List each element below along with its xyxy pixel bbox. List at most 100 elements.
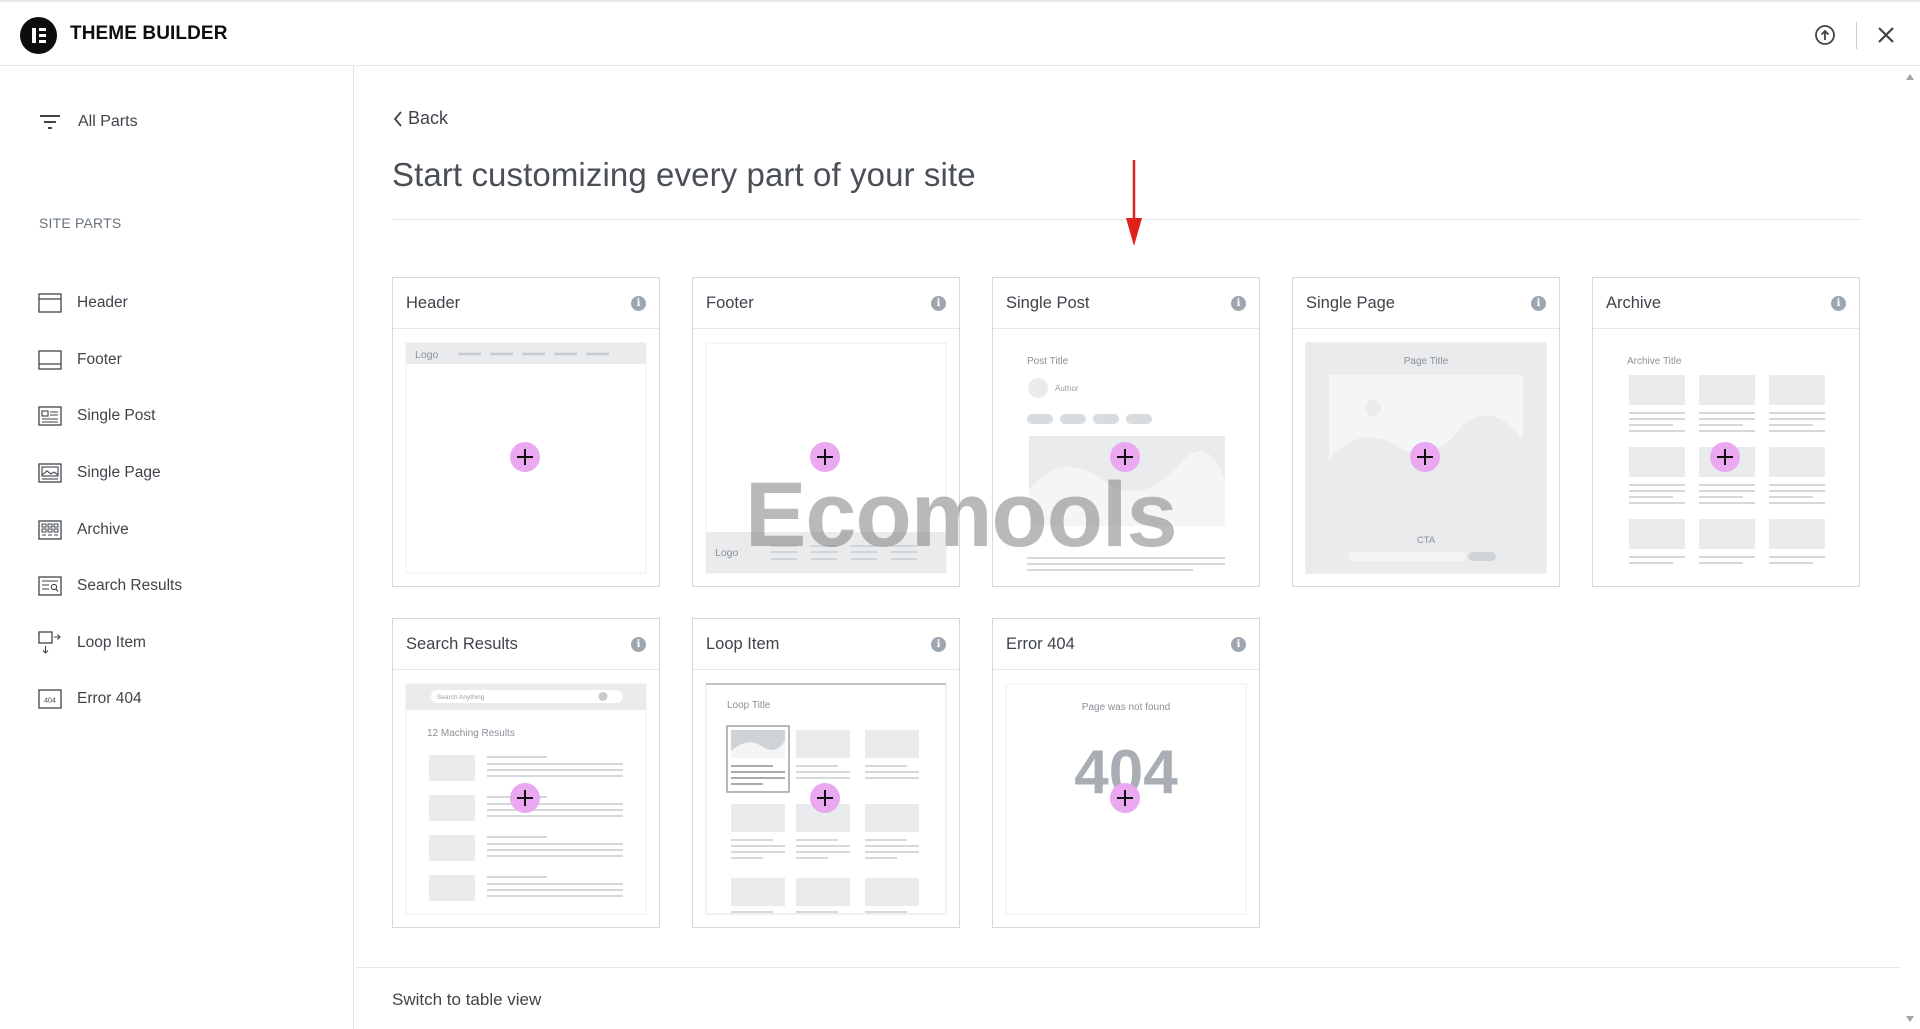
sidebar-item-error-404[interactable]: 404 Error 404 [38,671,182,728]
sidebar-item-search-results[interactable]: Search Results [38,558,182,615]
card-title: Single Post [1006,294,1090,312]
back-link[interactable]: Back [393,108,448,129]
info-icon[interactable]: i [1831,296,1846,311]
sidebar-item-label: Header [77,294,128,312]
close-icon[interactable] [1875,24,1897,46]
single-page-icon [38,463,62,483]
card-preview: Logo [393,330,659,586]
info-icon[interactable]: i [1231,296,1246,311]
card-head: Search Results i [393,619,659,670]
info-icon[interactable]: i [1531,296,1546,311]
card-footer[interactable]: Footer i Logo [692,277,960,587]
sidebar-item-single-page[interactable]: Single Page [38,445,182,502]
card-head: Archive i [1593,278,1859,329]
scroll-down-arrow-icon[interactable] [1906,1016,1914,1022]
vertical-scrollbar[interactable] [1900,66,1920,1029]
card-preview: Logo [693,330,959,586]
site-parts-heading: SITE PARTS [39,215,122,231]
card-loop-item[interactable]: Loop Item i Loop Title [692,618,960,928]
card-archive[interactable]: Archive i Archive Title [1592,277,1860,587]
back-label: Back [408,108,449,128]
preview-post-title: Post Title [1027,356,1069,367]
card-head: Single Post i [993,278,1259,329]
card-preview: Page Title CTA [1293,330,1559,586]
card-preview: Post Title Author [993,330,1259,586]
preview-search-placeholder: Search Anything [437,694,485,701]
preview-page-title: Page Title [1404,356,1449,367]
card-head: Loop Item i [693,619,959,670]
add-template-button[interactable] [1710,442,1740,472]
card-error-404[interactable]: Error 404 i Page was not found 404 [992,618,1260,928]
add-template-button[interactable] [810,783,840,813]
add-template-button[interactable] [510,442,540,472]
card-title: Loop Item [706,635,780,653]
search-results-icon [38,576,62,596]
sidebar-item-footer[interactable]: Footer [38,332,182,389]
card-single-post[interactable]: Single Post i Post Title Author [992,277,1260,587]
single-post-icon [38,406,62,427]
add-template-button[interactable] [1110,442,1140,472]
info-icon[interactable]: i [631,296,646,311]
info-icon[interactable]: i [931,637,946,652]
archive-grid-icon [38,520,62,540]
site-parts-nav: Header Footer Single Post Single Page Ar… [38,275,182,728]
info-icon[interactable]: i [931,296,946,311]
footer-bar: Switch to table view [355,967,1900,1029]
scroll-up-arrow-icon[interactable] [1906,74,1914,80]
sidebar: All Parts SITE PARTS Header Footer Singl… [0,66,354,1029]
preview-logo: Logo [415,349,439,361]
sidebar-item-label: Search Results [77,577,183,595]
page-title: Start customizing every part of your sit… [392,156,976,193]
preview-loop-title: Loop Title [727,700,771,711]
sidebar-item-header[interactable]: Header [38,275,182,332]
card-head: Error 404 i [993,619,1259,670]
card-title: Single Page [1306,294,1395,312]
info-icon[interactable]: i [1231,637,1246,652]
card-title: Error 404 [1006,635,1075,653]
sidebar-item-label: Footer [77,350,122,368]
header-layout-icon [38,293,62,313]
card-title: Footer [706,294,754,312]
app-title: THEME BUILDER [70,23,228,44]
all-parts-label: All Parts [78,113,138,130]
sidebar-item-label: Single Post [77,407,156,425]
preview-not-found-message: Page was not found [1082,702,1170,713]
elementor-logo-icon [20,17,57,54]
card-preview: Loop Title [693,671,959,927]
chevron-left-icon [393,110,402,127]
preview-results-count: 12 Maching Results [427,728,515,739]
sidebar-item-archive[interactable]: Archive [38,501,182,558]
loop-item-icon [38,631,61,654]
add-template-button[interactable] [1110,783,1140,813]
card-single-page[interactable]: Single Page i Page Title CTA [1292,277,1560,587]
card-search-results[interactable]: Search Results i Search Anything 12 Mach… [392,618,660,928]
card-header[interactable]: Header i Logo [392,277,660,587]
preview-author: Author [1055,384,1079,393]
preview-archive-title: Archive Title [1627,356,1682,367]
card-head: Header i [393,278,659,329]
sidebar-item-label: Single Page [77,464,161,482]
top-bar: THEME BUILDER [0,0,1920,66]
add-template-button[interactable] [1410,442,1440,472]
card-preview: Page was not found 404 [993,671,1259,927]
card-title: Search Results [406,635,518,653]
card-preview: Search Anything 12 Maching Results [393,671,659,927]
footer-layout-icon [38,350,62,370]
preview-cta: CTA [1417,535,1436,546]
all-parts-link[interactable]: All Parts [39,109,138,135]
card-head: Footer i [693,278,959,329]
toolbar-divider [1856,22,1857,49]
card-preview: Archive Title [1593,330,1859,586]
sidebar-item-loop-item[interactable]: Loop Item [38,615,182,672]
add-template-button[interactable] [510,783,540,813]
add-template-button[interactable] [810,442,840,472]
switch-to-table-view-link[interactable]: Switch to table view [392,990,541,1010]
help-icon[interactable] [1814,24,1836,46]
error-404-icon: 404 [38,689,62,710]
svg-text:404: 404 [44,698,56,705]
preview-logo: Logo [715,547,739,559]
sidebar-item-single-post[interactable]: Single Post [38,388,182,445]
filter-icon [40,115,60,129]
card-head: Single Page i [1293,278,1559,329]
info-icon[interactable]: i [631,637,646,652]
